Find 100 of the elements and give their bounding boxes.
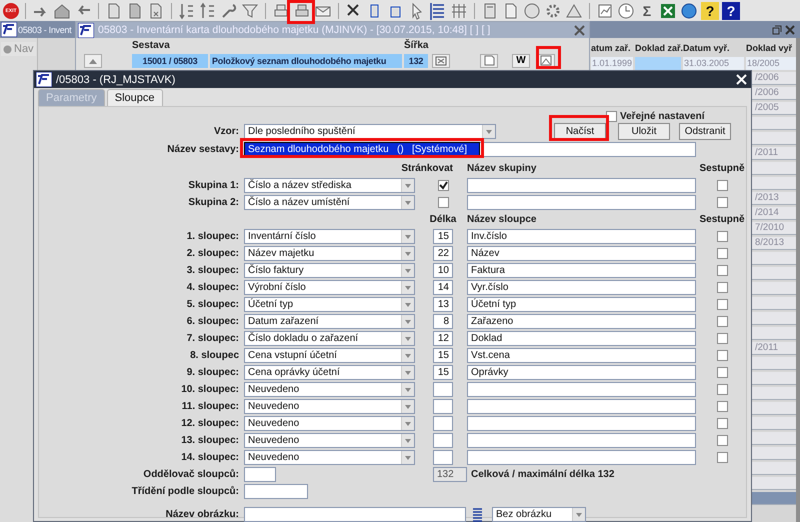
input-field[interactable]: Účetní typ [467,297,696,312]
checkbox[interactable] [716,350,728,361]
input-field[interactable] [467,450,696,465]
column-select[interactable]: Neuvedeno [244,382,415,397]
checkbox[interactable] [716,367,728,378]
input-field[interactable]: Vst.cena [467,348,696,363]
length-field[interactable] [433,450,453,465]
column-select[interactable]: Neuvedeno [244,450,415,465]
input-field[interactable] [244,507,466,522]
length-field[interactable]: 15 [433,229,453,244]
length-field[interactable]: 13 [433,297,453,312]
column-select[interactable]: Datum zařazení [244,314,415,329]
table-cell[interactable] [752,462,796,475]
column-select[interactable]: Výrobní číslo [244,280,415,295]
column-select[interactable]: Číslo dokladu o zařazení [244,331,415,346]
column-header[interactable]: Datum vyř. [682,40,745,56]
table-cell[interactable]: 15001 / 05803 [132,54,208,68]
length-field[interactable] [433,382,453,397]
input-field[interactable]: Název [467,246,696,261]
checkbox[interactable] [716,418,728,429]
length-field[interactable]: 14 [433,280,453,295]
checkbox[interactable] [716,282,728,293]
table-cell[interactable] [752,267,796,280]
table-cell[interactable]: Položkový seznam dlouhodobého majetku [210,54,402,68]
checkbox[interactable] [716,452,728,463]
checkbox[interactable] [716,180,728,191]
length-field[interactable] [433,399,453,414]
image-select[interactable]: Bez obrázku [492,507,586,522]
input-field[interactable]: Oprávky [467,365,696,380]
checkbox[interactable] [716,197,728,208]
column-header[interactable]: Doklad vyř [745,40,800,56]
table-cell[interactable] [752,132,796,145]
column-select[interactable]: Název majetku [244,246,415,261]
list-icon[interactable] [429,2,447,20]
chart-icon[interactable] [596,2,614,20]
sort-icon[interactable] [178,2,196,20]
column-select[interactable]: Číslo faktury [244,263,415,278]
triangle-icon[interactable] [565,2,583,20]
input-field[interactable] [467,433,696,448]
table-cell[interactable] [752,357,796,370]
column-select[interactable]: Účetní typ [244,297,415,312]
document-icon[interactable] [480,54,498,68]
save-button[interactable]: Uložit [618,123,670,140]
table-cell[interactable] [752,477,796,490]
column-select[interactable]: Neuvedeno [244,416,415,431]
table-cell[interactable] [752,432,796,445]
checkbox[interactable] [716,401,728,412]
input-field[interactable] [467,399,696,414]
checkbox[interactable] [716,265,728,276]
table-cell[interactable] [752,162,796,175]
input-field[interactable]: Zařazeno [467,314,696,329]
table-cell[interactable] [752,417,796,430]
remove-button[interactable]: Odstranit [679,123,731,140]
length-field[interactable]: 22 [433,246,453,261]
column-select[interactable]: Cena vstupní účetní [244,348,415,363]
input-field[interactable] [467,416,696,431]
group-select[interactable]: Číslo a název střediska [244,178,415,193]
checkbox[interactable] [716,248,728,259]
wrench-icon[interactable] [220,2,238,20]
table-cell[interactable] [752,327,796,340]
template-select[interactable]: Dle posledního spuštění [244,124,496,139]
column-select[interactable]: Neuvedeno [244,433,415,448]
scrollbar[interactable] [796,38,800,522]
length-field[interactable]: 12 [433,331,453,346]
printer-icon[interactable] [293,2,311,20]
table-cell[interactable] [752,177,796,190]
checkbox[interactable] [716,316,728,327]
checkbox[interactable] [716,333,728,344]
table-cell[interactable]: 132 [404,54,428,68]
length-field[interactable] [433,433,453,448]
checkbox[interactable] [438,180,448,191]
checkbox[interactable] [716,299,728,310]
checkbox[interactable] [716,435,728,446]
length-field[interactable]: 15 [433,365,453,380]
word-button[interactable]: W [512,54,530,68]
table-cell[interactable] [752,402,796,415]
table-cell[interactable] [752,297,796,310]
length-field[interactable]: 10 [433,263,453,278]
table-cell[interactable] [752,387,796,400]
table-cell[interactable] [752,447,796,460]
list-icon[interactable] [470,507,484,522]
dropdown-option[interactable]: Seznam dlouhodobého majetku () [Systémové] [245,143,479,155]
checkbox[interactable] [716,384,728,395]
column-header[interactable]: Doklad zař. [634,40,682,56]
filter-icon[interactable] [241,2,259,20]
close-icon[interactable] [784,24,796,36]
length-field[interactable]: 15 [433,348,453,363]
input-field[interactable]: Doklad [467,331,696,346]
checkbox[interactable] [438,197,448,208]
input-field[interactable]: Vyr.číslo [467,280,696,295]
help-button[interactable]: ? [722,2,740,20]
length-field[interactable]: 8 [433,314,453,329]
length-field[interactable] [433,416,453,431]
group-select[interactable]: Číslo a název umístění [244,195,415,210]
input-field[interactable] [467,382,696,397]
input-field[interactable] [244,484,308,499]
input-field[interactable]: Inv.číslo [467,229,696,244]
table-cell[interactable] [752,252,796,265]
column-header[interactable]: atum zař. [590,40,634,56]
table-cell[interactable] [752,492,796,505]
